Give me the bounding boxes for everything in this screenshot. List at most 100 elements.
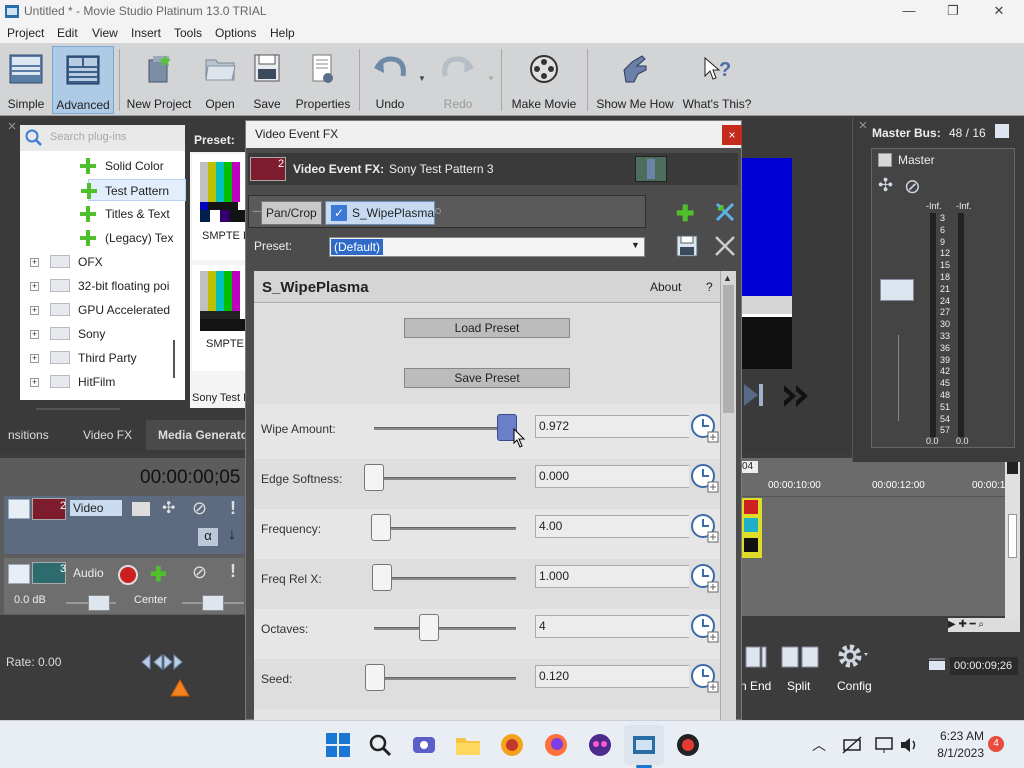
video-clip[interactable] [742, 498, 762, 558]
parameter-value-field[interactable]: 0.972 [535, 415, 689, 438]
play-to-end-icon[interactable] [742, 382, 766, 408]
panel-grip[interactable] [8, 122, 16, 422]
tree-folder-third-party[interactable]: + Third Party [30, 347, 180, 369]
load-preset-button[interactable]: Load Preset [404, 318, 570, 338]
animate-keyframe-icon[interactable] [691, 513, 719, 543]
tree-hscrollbar[interactable] [36, 408, 120, 410]
fast-forward-icon[interactable] [782, 383, 814, 409]
make-movie-button[interactable]: Make Movie [506, 46, 582, 114]
expand-icon[interactable]: + [30, 282, 39, 291]
new-project-button[interactable]: New Project [124, 46, 194, 114]
preset-thumb-smpte-1[interactable]: SMPTE B [192, 154, 250, 260]
parameter-slider-knob[interactable] [364, 464, 384, 491]
close-window-button[interactable]: ✕ [988, 3, 1010, 19]
expand-icon[interactable]: + [30, 354, 39, 363]
save-preset-icon[interactable] [676, 235, 698, 257]
display-icon[interactable] [874, 736, 894, 754]
solo-icon[interactable]: ! [230, 561, 236, 582]
master-fader-knob[interactable] [880, 279, 914, 301]
animate-keyframe-icon[interactable] [691, 563, 719, 593]
alpha-icon[interactable]: α [198, 528, 218, 546]
config-gear-icon[interactable] [836, 641, 870, 671]
tab-video-fx[interactable]: Video FX [83, 420, 132, 450]
teams-chat-icon[interactable] [410, 731, 438, 759]
parameter-slider-track[interactable] [374, 427, 516, 430]
animate-keyframe-icon[interactable] [691, 463, 719, 493]
add-plugin-icon[interactable]: ✚ [676, 201, 694, 227]
dialog-close-button[interactable]: × [722, 125, 742, 145]
chain-pan-crop-button[interactable]: Pan/Crop [261, 201, 322, 225]
plugin-scrollbar[interactable]: ▲ [720, 271, 736, 721]
whats-this-button[interactable]: ? What's This? [682, 46, 752, 114]
parameter-slider-knob[interactable] [419, 614, 439, 641]
menu-edit[interactable]: Edit [54, 25, 81, 41]
show-me-how-button[interactable]: Show Me How [592, 46, 678, 114]
parameter-value-field[interactable]: 0.000 [535, 465, 689, 488]
tree-item-test-pattern[interactable]: Test Pattern [81, 179, 186, 201]
expand-icon[interactable]: + [30, 306, 39, 315]
volume-icon[interactable] [899, 736, 919, 754]
master-button-icon[interactable] [878, 153, 892, 167]
audio-track-header[interactable]: 3 Audio ✚ ⊘ ! 0.0 dB Center [4, 558, 244, 614]
parameter-slider-track[interactable] [374, 627, 516, 630]
audio-track-name[interactable]: Audio [70, 566, 122, 582]
app-icon[interactable] [586, 731, 614, 759]
simple-button[interactable]: Simple [4, 46, 48, 114]
record-icon[interactable] [674, 731, 702, 759]
pan-slider-knob[interactable] [202, 595, 224, 611]
system-clock[interactable]: 6:23 AM 8/1/2023 [924, 729, 984, 760]
event-end-icon[interactable] [744, 646, 768, 668]
scroll-icon[interactable] [1007, 462, 1018, 474]
parameter-value-field[interactable]: 4 [535, 615, 689, 638]
expand-icon[interactable]: + [30, 378, 39, 387]
video-track-header[interactable]: 2 Video ✣ ⊘ ! α ↓ [4, 496, 244, 554]
compositing-icon[interactable] [132, 502, 150, 516]
undo-button[interactable]: Undo [364, 46, 416, 114]
master-properties-icon[interactable] [995, 124, 1009, 138]
help-link[interactable]: ? [706, 280, 713, 294]
volume-slider-knob[interactable] [88, 595, 110, 611]
windows-start-icon[interactable] [324, 731, 352, 759]
tree-folder-sony[interactable]: + Sony [30, 323, 180, 345]
rate-arrows-icon[interactable] [140, 654, 186, 670]
file-explorer-icon[interactable] [454, 731, 482, 759]
search-icon[interactable] [366, 731, 394, 759]
browser-icon[interactable] [498, 731, 526, 759]
redo-button[interactable]: Redo [432, 46, 484, 114]
record-arm-icon[interactable] [118, 565, 138, 585]
save-button[interactable]: Save [247, 46, 287, 114]
network-icon[interactable] [842, 736, 862, 754]
open-button[interactable]: Open [198, 46, 242, 114]
tree-folder-hitfilm[interactable]: + HitFilm [30, 371, 180, 393]
mute-icon[interactable]: ⊘ [192, 498, 207, 519]
preset-dropdown[interactable]: (Default) ▼ [329, 237, 645, 257]
move-down-icon[interactable]: ↓ [228, 526, 236, 544]
scroll-thumb[interactable] [1008, 514, 1017, 558]
track-fx-icon[interactable]: ✚ [150, 562, 167, 587]
save-preset-button[interactable]: Save Preset [404, 368, 570, 388]
split-icon[interactable] [780, 646, 820, 668]
parameter-value-field[interactable]: 4.00 [535, 515, 689, 538]
plugin-enabled-checkbox[interactable]: ✓ [331, 205, 347, 221]
undo-dropdown-icon[interactable]: ▼ [418, 74, 426, 83]
restore-button[interactable]: ❐ [942, 3, 964, 19]
master-fx-icon[interactable]: ✣ [878, 175, 893, 196]
menu-options[interactable]: Options [212, 25, 259, 41]
parameter-slider-track[interactable] [374, 577, 516, 580]
rate-marker-icon[interactable] [170, 679, 190, 697]
timeline-vscroll[interactable] [1005, 458, 1020, 618]
chain-plugin-button[interactable]: ✓ S_WipePlasma [325, 201, 435, 225]
about-link[interactable]: About [650, 280, 681, 294]
track-expand-icon[interactable] [8, 564, 30, 584]
properties-button[interactable]: Properties [292, 46, 354, 114]
expand-icon[interactable]: + [30, 258, 39, 267]
time-ruler[interactable]: 00:00:10:00 00:00:12:00 00:00:1 [742, 473, 1010, 497]
menu-help[interactable]: Help [267, 25, 298, 41]
chevron-up-icon[interactable]: ︿ [812, 735, 826, 755]
tree-item-legacy-text[interactable]: (Legacy) Tex [80, 227, 173, 249]
tree-scrollbar[interactable] [173, 340, 175, 378]
dialog-title-bar[interactable]: Video Event FX × [246, 121, 742, 148]
redo-dropdown-icon[interactable]: ▼ [487, 74, 495, 83]
solo-icon[interactable]: ! [230, 498, 236, 519]
menu-view[interactable]: View [89, 25, 121, 41]
